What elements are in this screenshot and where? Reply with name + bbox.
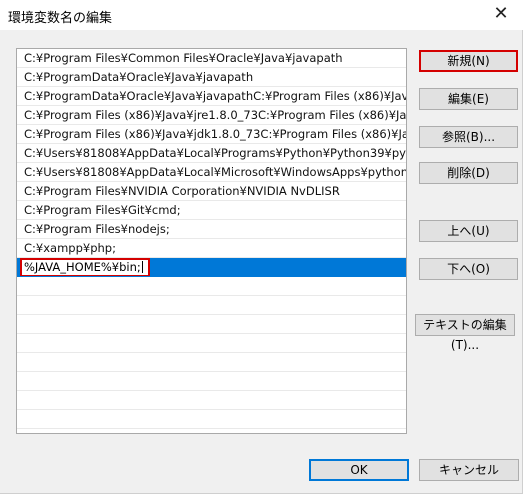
new-button[interactable]: 新規(N) <box>419 50 518 72</box>
path-edit-value: %JAVA_HOME%¥bin; <box>24 260 141 274</box>
list-item[interactable]: C:¥Program Files (x86)¥Java¥jdk1.8.0_73C… <box>17 125 406 144</box>
list-item[interactable]: C:¥xampp¥php; <box>17 239 406 258</box>
path-edit-input[interactable]: %JAVA_HOME%¥bin; <box>20 258 150 276</box>
path-list[interactable]: C:¥Program Files¥Common Files¥Oracle¥Jav… <box>16 48 407 434</box>
title-bar: 環境変数名の編集 ✕ <box>0 0 523 30</box>
empty-list-row <box>17 372 406 391</box>
empty-list-row <box>17 410 406 429</box>
list-item[interactable]: C:¥ProgramData¥Oracle¥Java¥javapath <box>17 68 406 87</box>
list-item[interactable]: C:¥Program Files¥Common Files¥Oracle¥Jav… <box>17 49 406 68</box>
cancel-button[interactable]: キャンセル <box>419 459 519 481</box>
browse-button[interactable]: 参照(B)... <box>419 126 518 148</box>
selected-list-item[interactable]: %JAVA_HOME%¥bin; <box>17 258 406 277</box>
list-item[interactable]: C:¥Program Files¥NVIDIA Corporation¥NVID… <box>17 182 406 201</box>
empty-list-row <box>17 315 406 334</box>
list-item[interactable]: C:¥Program Files (x86)¥Java¥jre1.8.0_73C… <box>17 106 406 125</box>
move-up-button[interactable]: 上へ(U) <box>419 220 518 242</box>
list-item[interactable]: C:¥Users¥81808¥AppData¥Local¥Microsoft¥W… <box>17 163 406 182</box>
empty-list-row <box>17 391 406 410</box>
edit-text-button[interactable]: テキストの編集(T)... <box>415 314 515 352</box>
empty-list-row <box>17 353 406 372</box>
close-icon[interactable]: ✕ <box>489 2 513 26</box>
empty-list-row <box>17 277 406 296</box>
list-item[interactable]: C:¥Program Files¥Git¥cmd; <box>17 201 406 220</box>
edit-environment-variable-dialog: 環境変数名の編集 ✕ C:¥Program Files¥Common Files… <box>0 0 523 494</box>
list-item[interactable]: C:¥Users¥81808¥AppData¥Local¥Programs¥Py… <box>17 144 406 163</box>
text-caret <box>141 261 143 273</box>
delete-button[interactable]: 削除(D) <box>419 162 518 184</box>
edit-button[interactable]: 編集(E) <box>419 88 518 110</box>
list-item[interactable]: C:¥ProgramData¥Oracle¥Java¥javapathC:¥Pr… <box>17 87 406 106</box>
list-item[interactable]: C:¥Program Files¥nodejs; <box>17 220 406 239</box>
empty-list-row <box>17 334 406 353</box>
move-down-button[interactable]: 下へ(O) <box>419 258 518 280</box>
window-title: 環境変数名の編集 <box>8 11 113 26</box>
empty-list-row <box>17 296 406 315</box>
ok-button[interactable]: OK <box>309 459 409 481</box>
